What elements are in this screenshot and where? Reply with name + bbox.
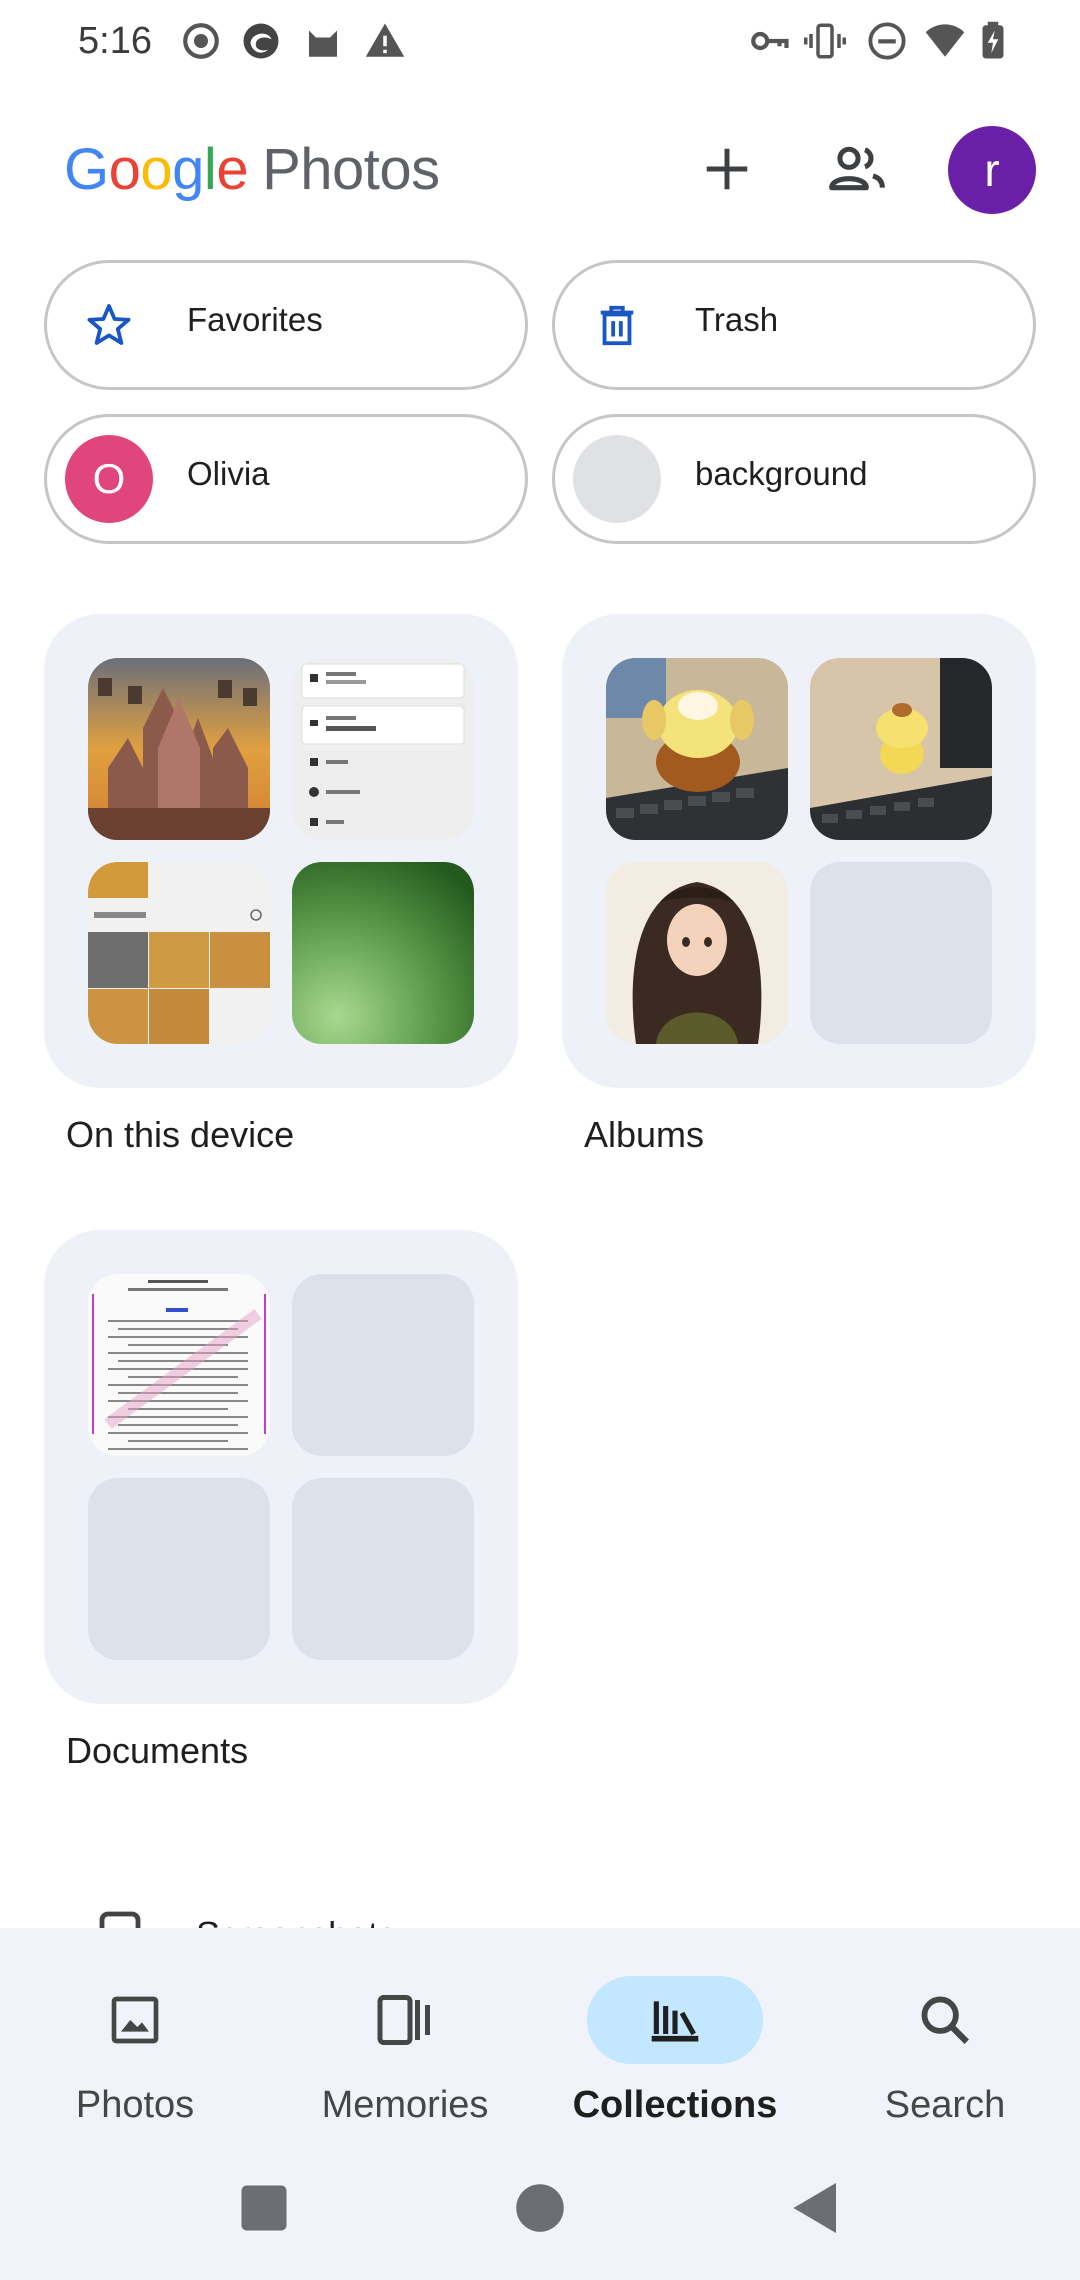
collection-label: Documents <box>66 1730 249 1771</box>
nav-label: Collections <box>572 2084 778 2126</box>
battery-charging-icon <box>982 21 1004 59</box>
thumbnail-placeholder <box>810 862 992 1044</box>
chip-label: Olivia <box>187 455 270 492</box>
collection-documents[interactable] <box>44 1230 518 1704</box>
logo-photos-text: Photos <box>262 137 440 202</box>
screen: 5:16 Google Photos r Favorites Trash O O… <box>0 0 1080 2280</box>
chip-label: background <box>695 455 868 492</box>
people-icon <box>829 146 885 191</box>
thumbnail-green-gradient <box>292 862 474 1044</box>
thumbnail-gallery-screenshot <box>88 862 270 1044</box>
avatar-letter: r <box>984 144 1000 196</box>
thumbnail-placeholder <box>292 1274 474 1456</box>
photo-icon <box>111 1996 159 2044</box>
nav-pill <box>47 1976 223 2064</box>
vpn-key-icon <box>751 31 789 51</box>
thumbnail-placeholder <box>292 1478 474 1660</box>
status-bar: 5:16 <box>0 0 1080 90</box>
nav-collections[interactable]: Collections <box>540 1952 810 2126</box>
collection-on-this-device[interactable] <box>44 614 518 1088</box>
chip-label: Favorites <box>187 301 323 338</box>
thumbnail-figurine-1 <box>606 658 788 840</box>
vibrate-icon <box>804 23 846 59</box>
nav-pill-active <box>587 1976 763 2064</box>
thumbnail-figurine-2 <box>810 658 992 840</box>
cat-icon <box>309 30 337 57</box>
thumbnail-castle <box>88 658 270 840</box>
person-avatar: O <box>65 435 153 523</box>
nav-label: Memories <box>321 2084 489 2126</box>
chip-background[interactable]: background <box>552 414 1036 544</box>
plus-icon <box>706 148 748 190</box>
nav-photos[interactable]: Photos <box>0 1952 270 2126</box>
recents-square-icon[interactable] <box>234 2178 294 2238</box>
home-circle-icon[interactable] <box>510 2178 570 2238</box>
nav-pill <box>857 1976 1033 2064</box>
thumbnail-placeholder <box>88 1478 270 1660</box>
collection-label: Albums <box>584 1114 705 1155</box>
collections-icon <box>651 2001 699 2042</box>
nav-label: Search <box>884 2084 1006 2126</box>
wifi-icon <box>925 24 965 57</box>
warning-icon <box>365 23 405 57</box>
chip-olivia[interactable]: O Olivia <box>44 414 528 544</box>
nav-label: Photos <box>75 2084 195 2126</box>
edge-icon <box>243 23 279 59</box>
chip-trash[interactable]: Trash <box>552 260 1036 390</box>
chip-favorites[interactable]: Favorites <box>44 260 528 390</box>
bottom-navigation: Photos Memories Collections Search <box>0 1928 1080 2280</box>
add-button[interactable] <box>694 136 760 202</box>
nav-pill <box>317 1976 493 2064</box>
status-time: 5:16 <box>78 20 152 62</box>
placeholder-avatar <box>573 435 661 523</box>
account-avatar[interactable]: r <box>948 126 1036 214</box>
trash-icon <box>573 281 661 369</box>
nav-search[interactable]: Search <box>810 1952 1080 2126</box>
back-triangle-icon[interactable] <box>786 2178 846 2238</box>
search-icon <box>921 1996 969 2044</box>
star-icon <box>65 281 153 369</box>
nav-memories[interactable]: Memories <box>270 1952 540 2126</box>
memories-icon <box>377 1995 430 2045</box>
thumbnail-illustration-girl <box>606 862 788 1044</box>
collection-label: On this device <box>66 1114 295 1155</box>
chip-label: Trash <box>695 301 779 338</box>
thumbnail-document <box>88 1274 270 1456</box>
dnd-icon <box>868 22 906 60</box>
thumbnail-menu-screenshot <box>292 658 474 840</box>
sharing-button[interactable] <box>824 136 890 202</box>
google-photos-logo: Google Photos <box>64 137 440 202</box>
collection-albums[interactable] <box>562 614 1036 1088</box>
record-icon <box>183 23 219 59</box>
